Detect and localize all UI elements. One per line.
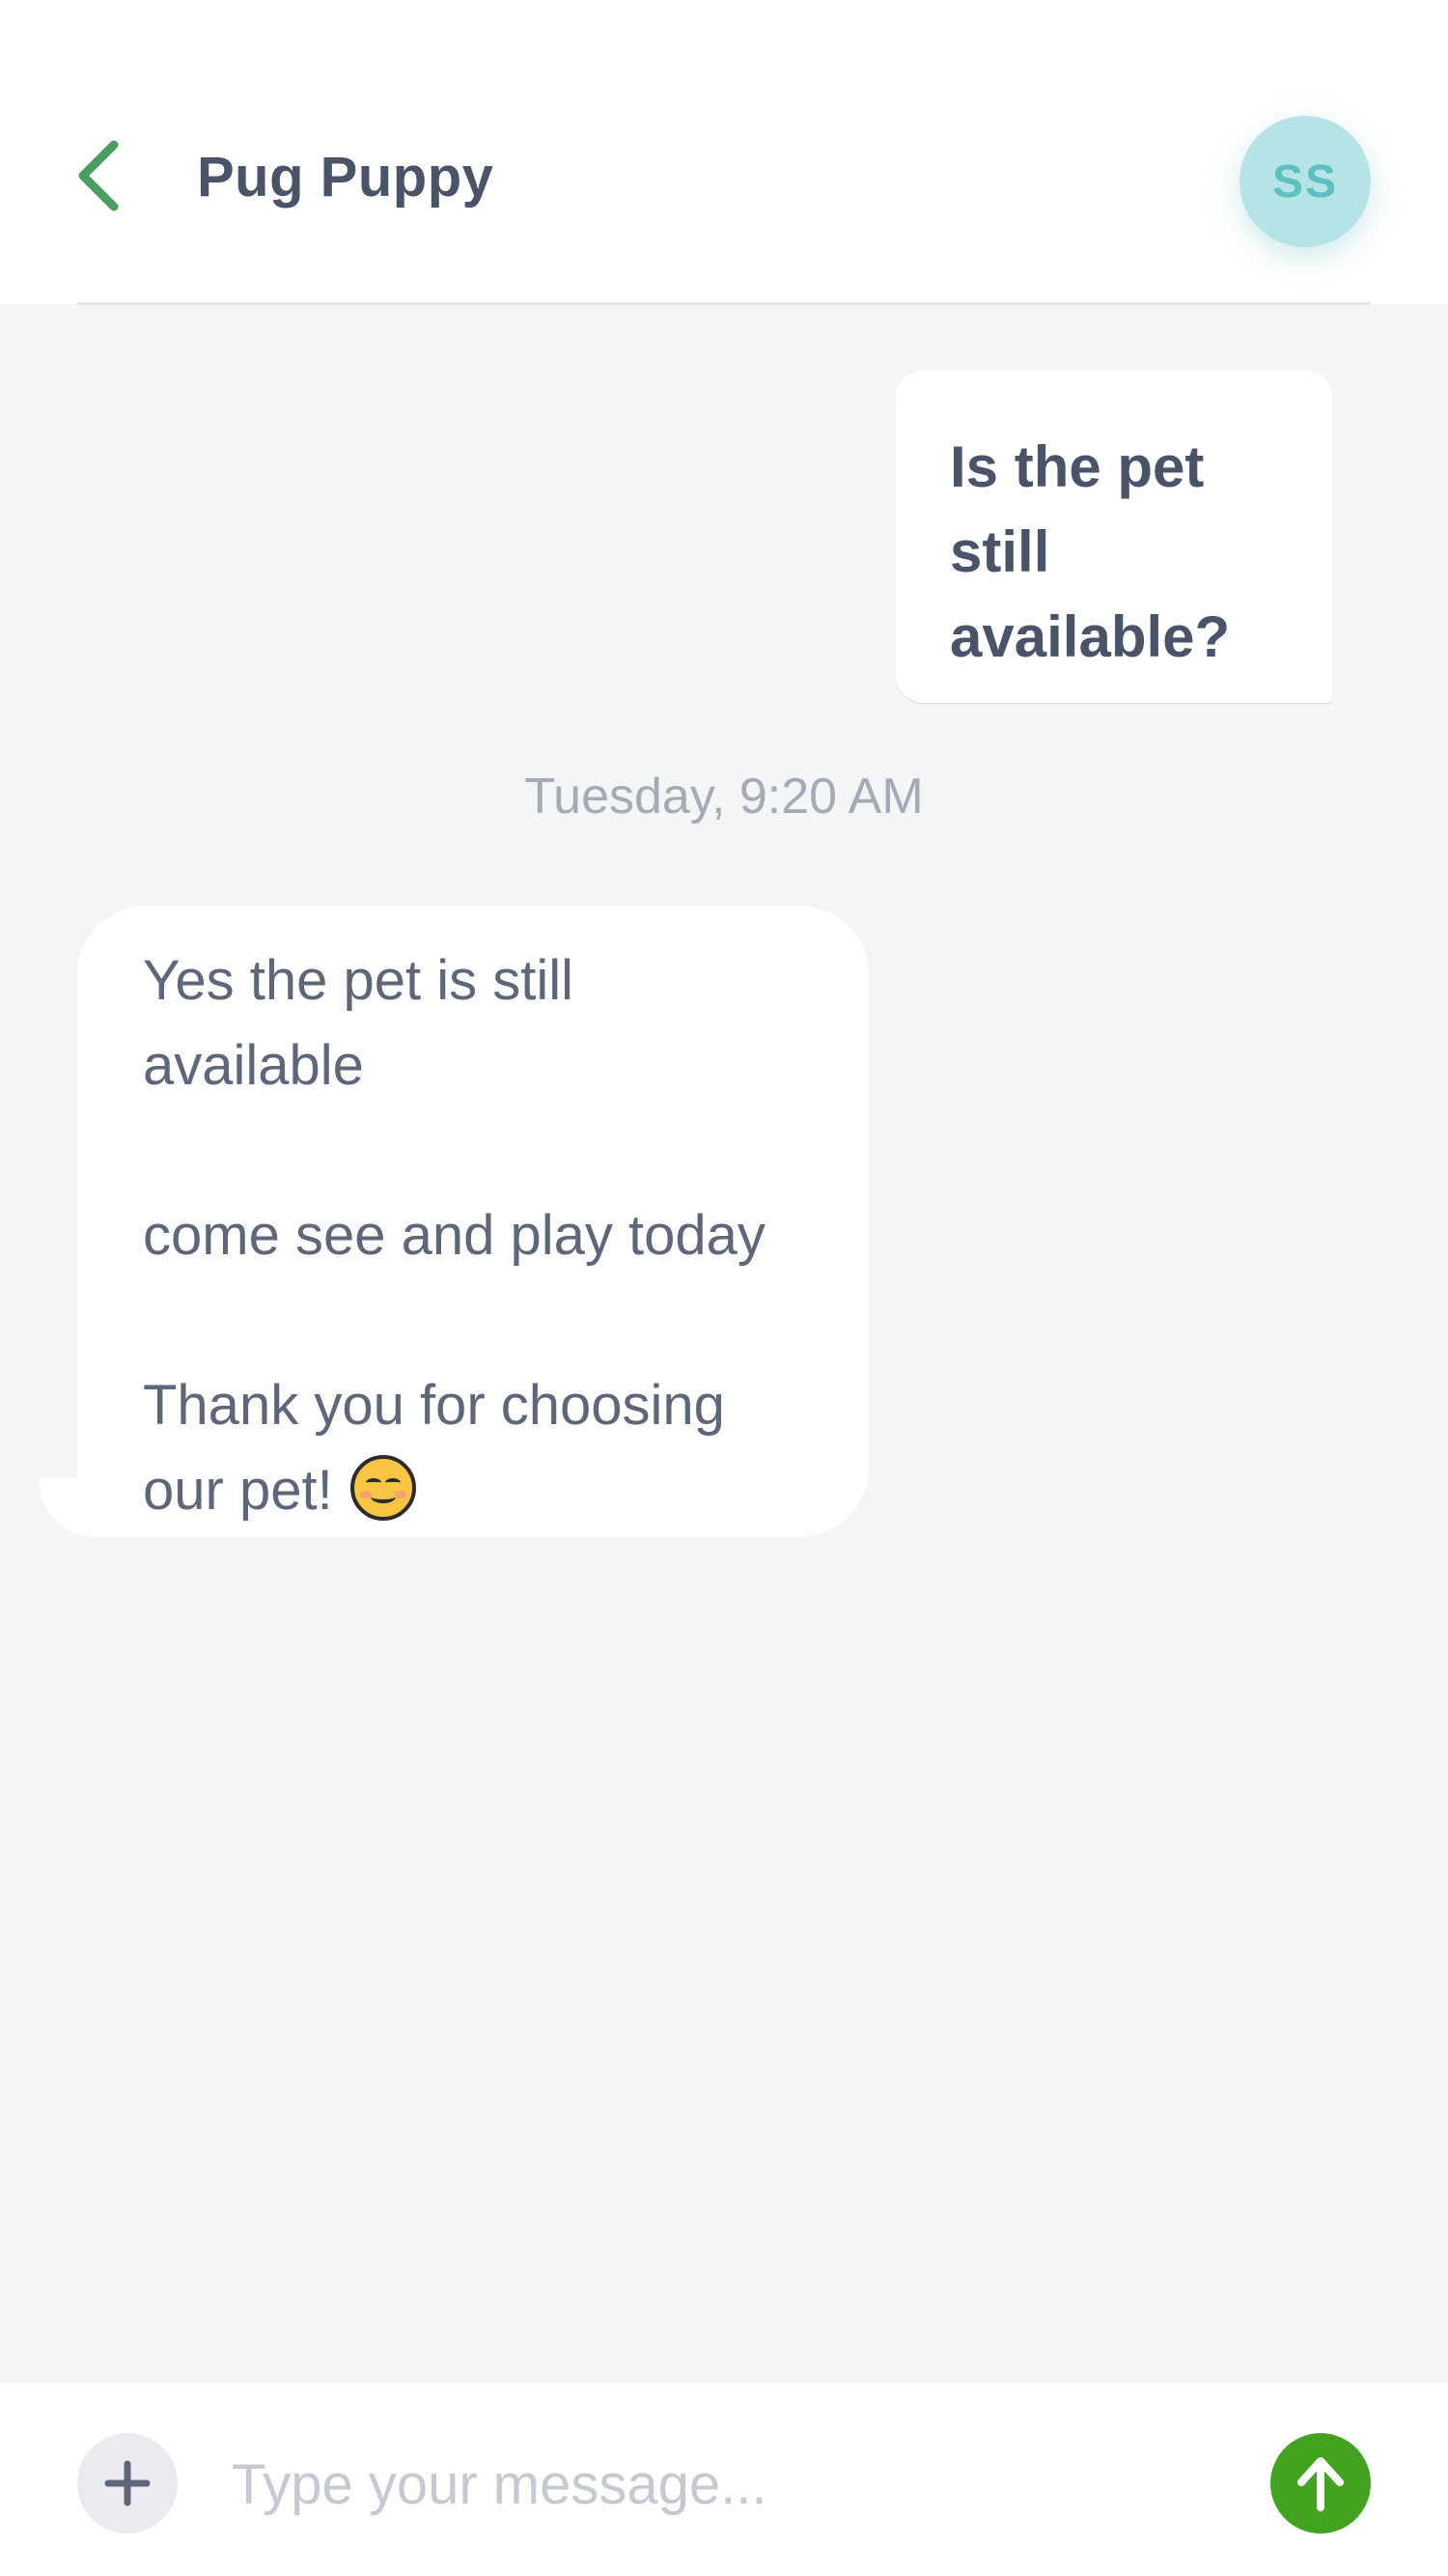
sent-message-bubble[interactable]: Is the pet still available? [896,371,1332,703]
avatar-initials: SS [1271,155,1339,208]
message-timestamp: Tuesday, 9:20 AM [524,769,924,825]
arrow-up-icon [1297,2457,1344,2511]
back-button[interactable] [60,127,137,224]
message-input[interactable] [232,2441,1197,2528]
avatar[interactable]: SS [1239,116,1371,247]
add-attachment-button[interactable] [77,2433,178,2534]
received-message-line: come see and play today [143,1204,766,1267]
received-message-line: available [143,1034,364,1097]
received-message-line: our pet! [143,1459,333,1522]
chevron-left-icon [78,140,119,211]
sent-message-line: Is the pet still [950,434,1205,584]
chat-title: Pug Puppy [197,146,494,209]
sent-message-line: available? [950,604,1231,669]
header-divider [77,302,1371,305]
chat-screen: Pug Puppy SS Is the pet still available?… [0,0,1448,2576]
received-message-bubble[interactable]: Yes the pet is still available come see … [77,906,869,1537]
received-message-line: Thank you for choosing [143,1374,725,1437]
message-composer [0,2383,1448,2576]
chat-header: Pug Puppy SS [0,0,1448,305]
send-button[interactable] [1270,2433,1371,2534]
plus-icon [104,2460,151,2506]
smiling-face-icon [349,1455,416,1521]
received-message-line: Yes the pet is still [143,949,573,1012]
received-message-last-line: our pet! [143,1448,830,1533]
